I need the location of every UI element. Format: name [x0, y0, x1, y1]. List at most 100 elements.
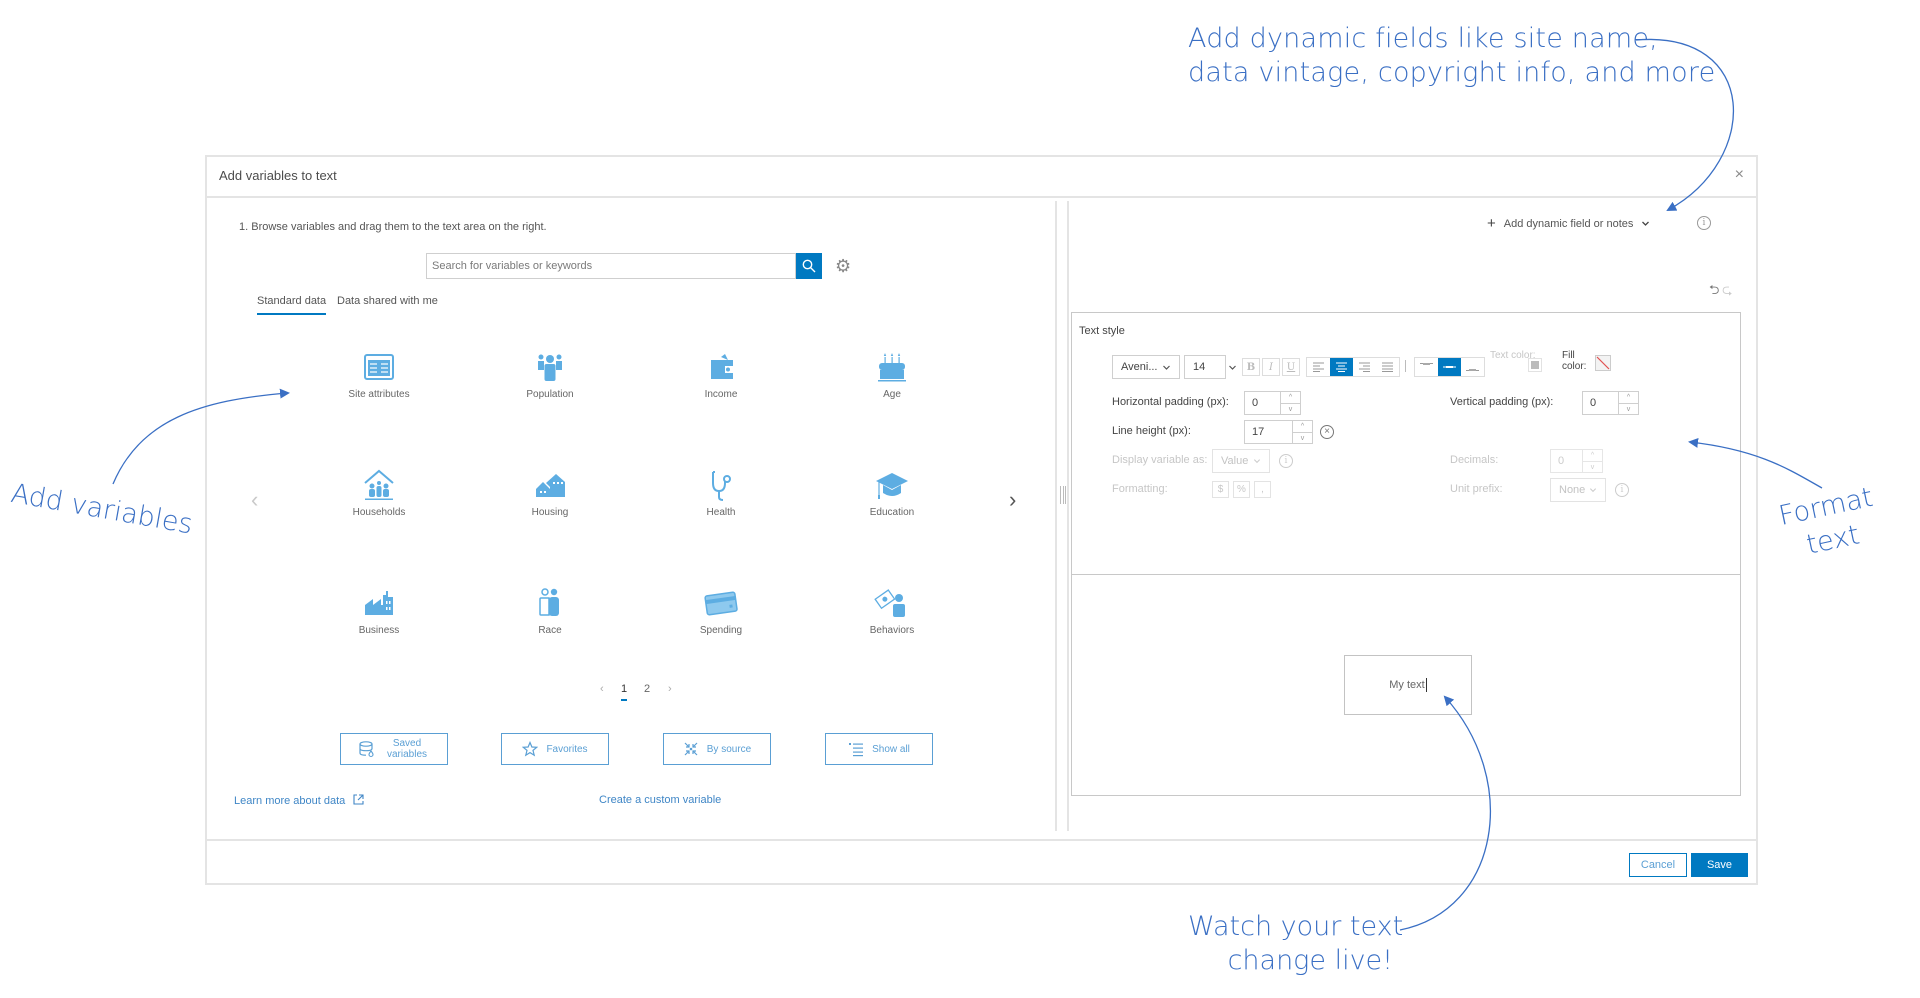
category-site-attributes[interactable]: Site attributes [314, 351, 444, 400]
align-left-button[interactable] [1307, 358, 1330, 376]
horizontal-align-group [1306, 357, 1400, 377]
annotation-add-variables: Add variables [8, 478, 196, 541]
align-justify-button[interactable] [1376, 358, 1399, 376]
valign-top-button[interactable] [1415, 358, 1438, 376]
currency-format-button[interactable]: $ [1212, 481, 1229, 498]
bold-button[interactable]: B [1242, 358, 1260, 376]
category-label: Age [883, 389, 901, 400]
info-icon[interactable]: i [1279, 454, 1293, 468]
decrement-icon[interactable]: v [1293, 432, 1312, 444]
increment-icon[interactable]: ^ [1619, 392, 1638, 403]
category-health[interactable]: Health [656, 469, 786, 518]
unit-prefix-select[interactable]: None [1550, 478, 1606, 502]
next-page-arrow[interactable]: › [1009, 487, 1016, 513]
font-size-chevron-icon[interactable] [1228, 363, 1237, 372]
people-icon [539, 588, 559, 616]
learn-more-link[interactable]: Learn more about data [234, 794, 364, 807]
category-spending[interactable]: Spending [656, 587, 786, 636]
prev-page-arrow[interactable]: ‹ [251, 487, 258, 513]
fill-color-swatch[interactable] [1595, 355, 1611, 371]
info-icon[interactable]: i [1615, 483, 1629, 497]
category-income[interactable]: Income [656, 351, 786, 400]
external-link-icon [353, 794, 364, 805]
pagination-next[interactable]: › [668, 683, 672, 695]
annotation-line: data vintage, copyright info, and more [1188, 57, 1716, 88]
category-label: Health [706, 507, 736, 518]
decrement-icon[interactable]: v [1281, 403, 1300, 415]
instruction-text: 1. Browse variables and drag them to the… [239, 221, 547, 233]
show-all-button[interactable]: Show all [825, 733, 933, 765]
category-housing[interactable]: Housing [485, 469, 615, 518]
text-style-title: Text style [1079, 325, 1125, 337]
search-button[interactable] [796, 253, 822, 279]
cancel-button[interactable]: Cancel [1629, 853, 1687, 877]
create-custom-variable-link[interactable]: Create a custom variable [599, 794, 721, 806]
search-input[interactable] [426, 253, 796, 279]
valign-bottom-button[interactable] [1461, 358, 1484, 376]
show-all-label: Show all [872, 743, 910, 755]
category-population[interactable]: Population [485, 351, 615, 400]
increment-icon[interactable]: ^ [1281, 392, 1300, 403]
horizontal-padding-input[interactable]: 0 ^ v [1244, 391, 1301, 415]
category-age[interactable]: Age [827, 351, 957, 400]
vertical-padding-value: 0 [1590, 397, 1597, 409]
align-center-button[interactable] [1330, 358, 1353, 376]
chevron-down-icon [1589, 488, 1597, 493]
thousands-separator-button[interactable]: , [1254, 481, 1271, 498]
chevron-down-icon [1642, 221, 1650, 226]
category-behaviors[interactable]: Behaviors [827, 587, 957, 636]
close-icon[interactable]: × [1735, 166, 1744, 184]
unit-prefix-value: None [1559, 484, 1586, 496]
valign-bottom-icon [1466, 369, 1479, 371]
percent-format-button[interactable]: % [1233, 481, 1250, 498]
valign-middle-button[interactable] [1438, 358, 1461, 376]
line-height-input[interactable]: 17 ^ v [1244, 420, 1313, 444]
vertical-padding-label: Vertical padding (px): [1450, 396, 1554, 408]
pagination-page-1[interactable]: 1 [621, 683, 628, 701]
plus-icon: + [1487, 215, 1496, 232]
info-icon[interactable]: i [1697, 216, 1711, 230]
decimals-input[interactable]: 0 ^ v [1550, 449, 1603, 473]
text-color-swatch[interactable] [1528, 358, 1542, 372]
annotation-format-text: Format text [1776, 481, 1883, 567]
redo-icon[interactable]: ⮎ [1722, 281, 1732, 303]
add-dynamic-field-button[interactable]: + Add dynamic field or notes [1487, 215, 1650, 232]
undo-icon[interactable]: ⮌ [1709, 281, 1719, 303]
by-source-button[interactable]: By source [663, 733, 771, 765]
tab-data-shared-with-me[interactable]: Data shared with me [337, 295, 438, 313]
category-race[interactable]: Race [485, 587, 615, 636]
vertical-padding-input[interactable]: 0 ^ v [1582, 391, 1639, 415]
align-center-icon [1336, 362, 1347, 372]
category-business[interactable]: Business [314, 587, 444, 636]
chevron-down-icon [1253, 459, 1261, 464]
font-family-select[interactable]: Aveni... [1112, 355, 1180, 379]
unit-prefix-label: Unit prefix: [1450, 483, 1503, 495]
panel-splitter[interactable] [1055, 201, 1069, 831]
text-element[interactable]: My text [1344, 655, 1472, 715]
decrement-icon[interactable]: v [1619, 403, 1638, 415]
font-size-select[interactable]: 14 [1184, 355, 1226, 379]
line-height-value: 17 [1252, 426, 1265, 438]
increment-icon[interactable]: ^ [1583, 450, 1602, 461]
category-households[interactable]: Households [314, 469, 444, 518]
site-attributes-icon [364, 354, 394, 380]
increment-icon[interactable]: ^ [1293, 421, 1312, 432]
align-left-icon [1313, 362, 1324, 372]
underline-button[interactable]: U [1282, 358, 1300, 376]
tab-standard-data[interactable]: Standard data [257, 295, 327, 315]
font-size-value: 14 [1193, 361, 1206, 373]
decrement-icon[interactable]: v [1583, 461, 1602, 473]
text-element-content[interactable]: My text [1389, 679, 1424, 691]
clear-line-height-icon[interactable]: × [1320, 425, 1334, 439]
pagination-prev[interactable]: ‹ [600, 683, 604, 695]
favorites-button[interactable]: Favorites [501, 733, 609, 765]
category-education[interactable]: Education [827, 469, 957, 518]
saved-variables-button[interactable]: Saved variables [340, 733, 448, 765]
italic-button[interactable]: I [1262, 358, 1280, 376]
align-right-button[interactable] [1353, 358, 1376, 376]
save-button[interactable]: Save [1691, 853, 1748, 877]
pagination-page-2[interactable]: 2 [644, 683, 650, 695]
display-variable-as-select[interactable]: Value [1212, 449, 1270, 473]
category-label: Population [526, 389, 574, 400]
gear-icon[interactable]: ⚙ [835, 256, 855, 276]
